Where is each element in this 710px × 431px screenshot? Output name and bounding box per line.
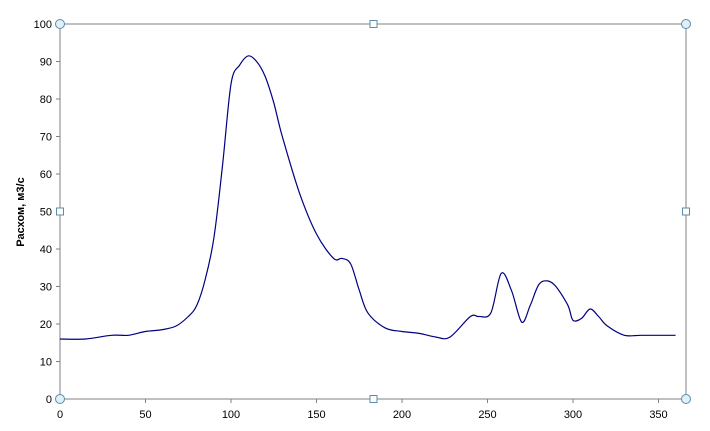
y-tick-label: 10: [40, 357, 52, 369]
x-tick-label: 250: [478, 409, 496, 421]
resize-handle-corner[interactable]: [55, 19, 65, 29]
resize-handle-edge[interactable]: [369, 20, 378, 28]
y-tick-label: 50: [40, 207, 52, 219]
resize-handle-corner[interactable]: [55, 394, 65, 404]
y-tick-label: 60: [40, 169, 52, 181]
y-tick-label: 90: [40, 57, 52, 69]
y-axis-title: Расхом, м3/с: [15, 177, 27, 246]
y-tick-label: 70: [40, 132, 52, 144]
x-tick-label: 300: [564, 409, 582, 421]
y-tick-label: 20: [40, 319, 52, 331]
y-tick-label: 40: [40, 244, 52, 256]
y-tick-label: 80: [40, 94, 52, 106]
x-tick-label: 0: [57, 409, 63, 421]
resize-handle-edge[interactable]: [369, 395, 378, 403]
x-tick-label: 150: [307, 409, 325, 421]
x-tick-label: 50: [139, 409, 151, 421]
resize-handle-edge[interactable]: [682, 207, 690, 216]
y-tick-label: 30: [40, 282, 52, 294]
x-tick-label: 100: [222, 409, 240, 421]
resize-handle-edge[interactable]: [56, 207, 64, 216]
line-chart: 0 10 20 30 40 50 60 70 80 90 100 0 50 100 150 200 250 300…: [0, 0, 710, 431]
plot-area: [59, 23, 687, 400]
resize-handle-corner[interactable]: [681, 394, 691, 404]
y-tick-label: 100: [34, 19, 52, 31]
y-tick-label: 0: [46, 394, 52, 406]
resize-handle-corner[interactable]: [681, 19, 691, 29]
x-tick-label: 200: [393, 409, 411, 421]
x-tick-label: 350: [649, 409, 667, 421]
